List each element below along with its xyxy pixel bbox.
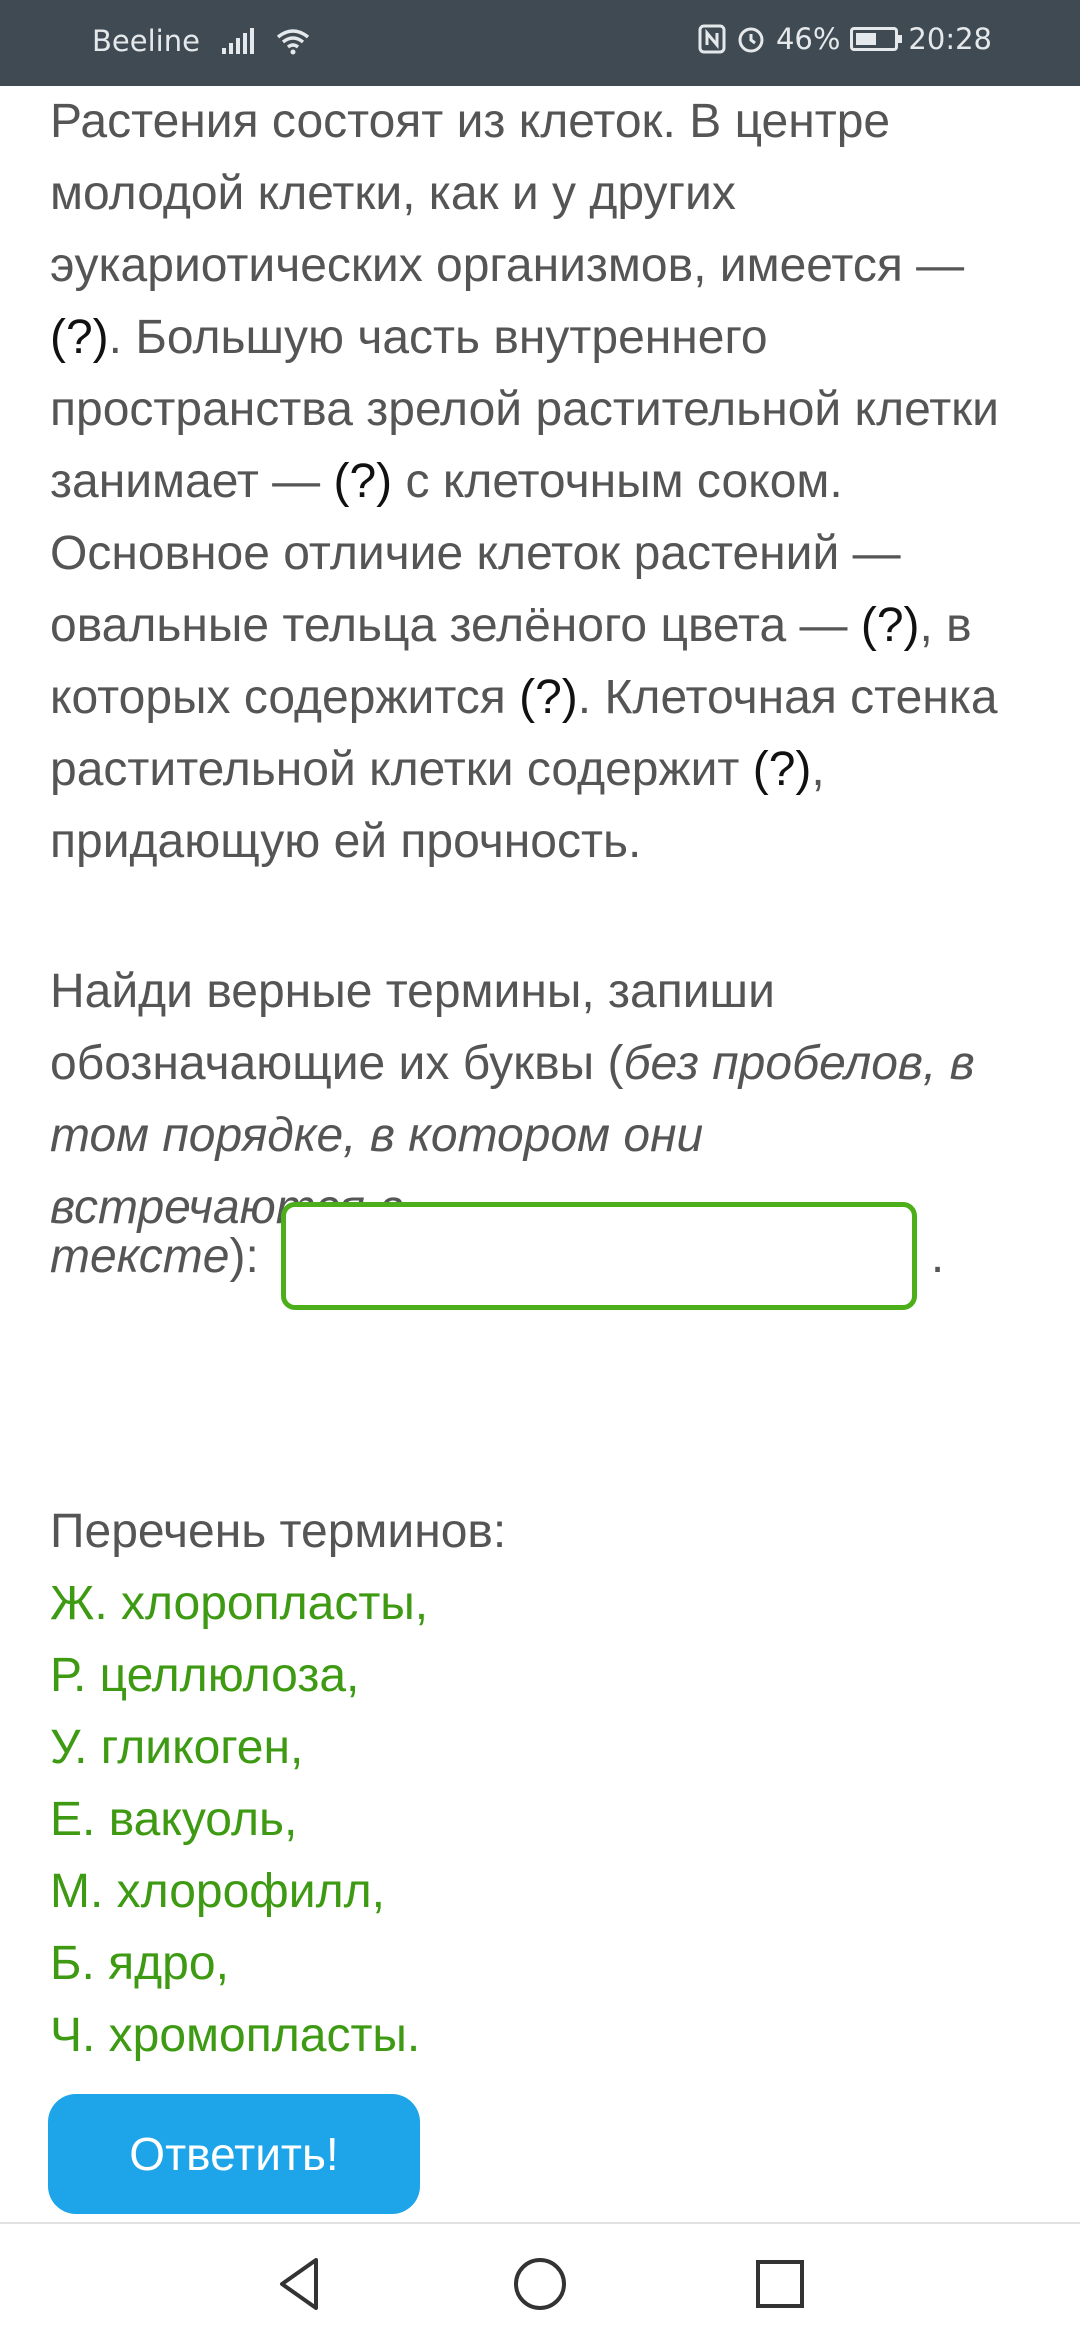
status-right: 46% 20:28 [698,22,992,56]
back-icon[interactable] [268,2252,332,2316]
blank-marker: (?) [519,671,578,724]
question-segment: Растения состоят из клеток. В центре мол… [50,95,965,292]
submit-button[interactable]: Ответить! [48,2094,420,2214]
instruction-text: Найди верные термины, запиши обозначающи… [50,956,1010,1244]
term-item: Ж. хлоропласты, [50,1577,429,1630]
term-item: Р. целлюлоза, [50,1649,360,1702]
battery-icon [850,27,903,51]
answer-row: тексте): . [50,1202,944,1310]
alarm-icon [738,27,764,53]
instruction-italic-last: тексте [50,1229,230,1283]
battery-percent: 46% [775,22,841,56]
clock: 20:28 [908,22,992,56]
home-icon[interactable] [508,2252,572,2316]
terms-title: Перечень терминов: [50,1505,507,1558]
blank-marker: (?) [333,455,393,508]
terms-list: Ж. хлоропласты, Р. целлюлоза, У. гликоге… [50,1568,428,2072]
instruction-period: . [930,1229,945,1283]
status-left: Beeline [92,24,310,58]
recent-apps-icon[interactable] [748,2252,812,2316]
term-item: У. гликоген, [50,1721,304,1774]
term-item: Б. ядро, [50,1937,229,1990]
answer-input[interactable] [280,1202,917,1310]
signal-icon [221,28,254,54]
blank-marker: (?) [860,599,920,652]
navigation-bar [0,2222,1080,2340]
term-item: М. хлорофилл, [50,1865,385,1918]
wifi-icon [276,29,310,55]
blank-marker: (?) [50,311,109,364]
term-item: Е. вакуоль, [50,1793,298,1846]
term-item: Ч. хромопласты. [50,2009,421,2062]
nfc-icon [698,24,726,54]
instruction-tail: ): [229,1229,259,1283]
status-bar: Beeline 46% 20:28 [0,0,1080,86]
carrier-name: Beeline [92,24,200,58]
question-text: Растения состоят из клеток. В центре мол… [50,86,1010,878]
exercise-content: Растения состоят из клеток. В центре мол… [50,86,1010,2062]
blank-marker: (?) [752,743,812,796]
